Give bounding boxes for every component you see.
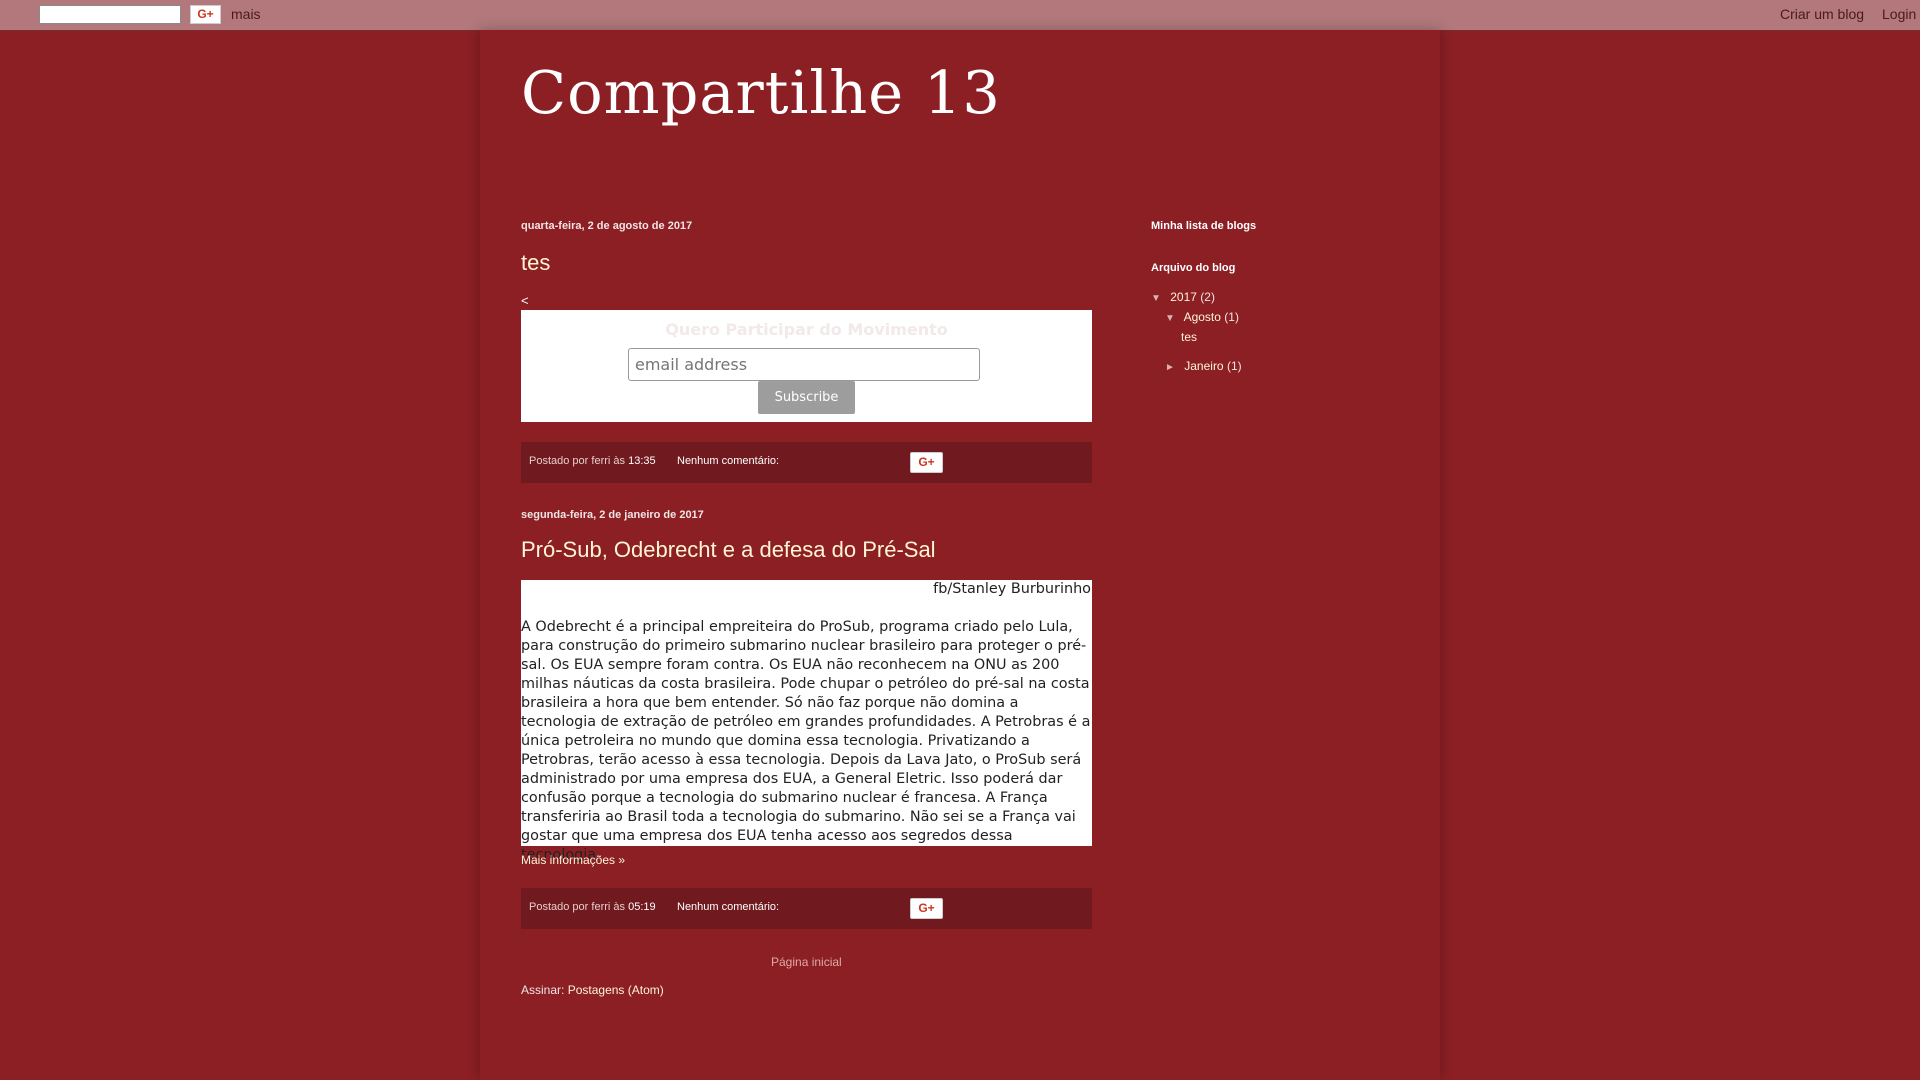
comments-link[interactable]: Nenhum comentário: bbox=[677, 455, 779, 467]
gplus-share-button[interactable]: G+ bbox=[910, 452, 943, 473]
subscribe-button[interactable]: Subscribe bbox=[758, 381, 855, 414]
navbar-gplus-button[interactable]: G+ bbox=[190, 5, 221, 24]
feed-subscribe-line: Assinar: Postagens (Atom) bbox=[521, 983, 664, 997]
comments-link[interactable]: Nenhum comentário: bbox=[677, 901, 779, 913]
posted-by-label: Postado por bbox=[529, 455, 589, 467]
posted-at-label: às bbox=[613, 901, 626, 913]
post-title[interactable]: tes bbox=[521, 250, 550, 276]
collapse-toggle-icon[interactable]: ▼ bbox=[1165, 313, 1175, 324]
archive-month-link[interactable]: Janeiro bbox=[1184, 359, 1223, 373]
collapse-toggle-icon[interactable]: ▼ bbox=[1151, 293, 1161, 304]
create-blog-link[interactable]: Criar um blog bbox=[1780, 6, 1864, 22]
post-timestamp-link[interactable]: 13:35 bbox=[628, 455, 656, 467]
post-footer: Postado por ferri às 13:35 Nenhum coment… bbox=[521, 442, 1092, 483]
post-stray-text: < bbox=[521, 293, 529, 308]
gplus-share-button[interactable]: G+ bbox=[910, 898, 943, 919]
archive-month-link[interactable]: Agosto bbox=[1184, 310, 1221, 324]
expand-toggle-icon[interactable]: ► bbox=[1165, 362, 1175, 373]
archive-post-item: tes bbox=[1181, 330, 1197, 344]
archive-month-janeiro: ► Janeiro (1) bbox=[1165, 359, 1242, 373]
blog-title[interactable]: Compartilhe 13 bbox=[521, 58, 1001, 127]
post-body-text: A Odebrecht é a principal empreiteira do… bbox=[521, 619, 1091, 863]
blogger-navbar: G+ mais Criar um blog Login bbox=[0, 0, 1920, 31]
post-date-header: segunda-feira, 2 de janeiro de 2017 bbox=[521, 509, 704, 521]
archive-month-agosto: ▼ Agosto (1) bbox=[1165, 310, 1239, 324]
archive-year-link[interactable]: 2017 bbox=[1170, 290, 1197, 304]
post-title[interactable]: Pró-Sub, Odebrecht e a defesa do Pré-Sal bbox=[521, 537, 936, 563]
post-author-line: Postado por ferri às 05:19 bbox=[529, 901, 656, 913]
subscribe-form: Quero Participar do Movimento Subscribe bbox=[521, 310, 1092, 422]
archive-count: (2) bbox=[1200, 290, 1215, 304]
post-date-header: quarta-feira, 2 de agosto de 2017 bbox=[521, 220, 693, 232]
blog-list-heading: Minha lista de blogs bbox=[1151, 220, 1257, 232]
navbar-search-input[interactable] bbox=[39, 5, 181, 24]
post-credit: fb/Stanley Burburinho bbox=[933, 581, 1091, 597]
archive-count: (1) bbox=[1224, 310, 1239, 324]
post-timestamp-link[interactable]: 05:19 bbox=[628, 901, 656, 913]
email-address-input[interactable] bbox=[628, 348, 980, 381]
login-link[interactable]: Login bbox=[1882, 6, 1916, 22]
subscribe-form-heading: Quero Participar do Movimento bbox=[665, 320, 948, 339]
post-author-line: Postado por ferri às 13:35 bbox=[529, 455, 656, 467]
archive-year-2017: ▼ 2017 (2) bbox=[1151, 290, 1215, 304]
post-author[interactable]: ferri bbox=[591, 901, 610, 913]
post-author[interactable]: ferri bbox=[591, 455, 610, 467]
posted-by-label: Postado por bbox=[529, 901, 589, 913]
archive-heading: Arquivo do blog bbox=[1151, 262, 1236, 274]
archive-post-link[interactable]: tes bbox=[1181, 330, 1197, 344]
navbar-more-link[interactable]: mais bbox=[231, 6, 261, 22]
read-more-link[interactable]: Mais informações » bbox=[521, 853, 625, 867]
posted-at-label: às bbox=[613, 455, 626, 467]
post-footer: Postado por ferri às 05:19 Nenhum coment… bbox=[521, 888, 1092, 929]
archive-count: (1) bbox=[1226, 359, 1242, 373]
home-page-link[interactable]: Página inicial bbox=[771, 955, 842, 969]
feed-label: Assinar: bbox=[521, 983, 565, 997]
atom-feed-link[interactable]: Postagens (Atom) bbox=[568, 983, 664, 997]
post-body: fb/Stanley Burburinho A Odebrecht é a pr… bbox=[521, 580, 1092, 863]
